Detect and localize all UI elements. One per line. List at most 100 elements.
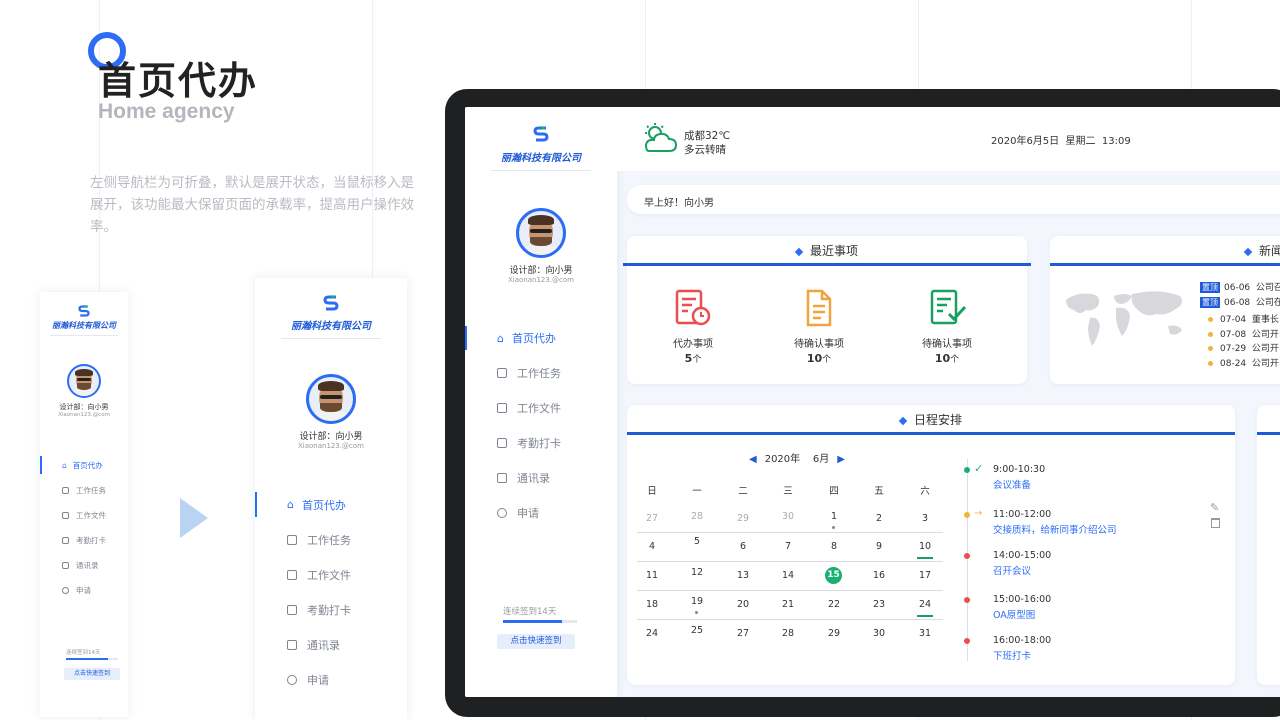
calendar-day[interactable]: 11 <box>637 570 667 581</box>
edit-icon[interactable]: ✎ <box>1210 501 1219 514</box>
calendar-day[interactable]: 16 <box>864 570 894 581</box>
calendar-day[interactable]: 20 <box>728 599 758 610</box>
nav-item-home[interactable]: ⌂ 首页代办 <box>255 492 407 517</box>
event-title[interactable]: 交接质料，给新同事介绍公司 <box>993 522 1117 536</box>
nav-item-files[interactable]: 工作文件 <box>465 396 617 420</box>
calendar-day[interactable]: 30 <box>773 511 803 522</box>
calendar-day[interactable]: 22 <box>819 599 849 610</box>
calendar-day[interactable]: 31 <box>910 628 940 639</box>
event-dot <box>964 597 970 603</box>
nav-item-apply[interactable]: 申请 <box>255 667 407 692</box>
calendar-day[interactable]: 23 <box>864 599 894 610</box>
home-icon: ⌂ <box>497 331 504 345</box>
calendar-day[interactable]: 8 <box>819 541 849 552</box>
todo-to-confirm-2[interactable]: 待确认事项 10个 <box>897 288 997 365</box>
avatar[interactable] <box>516 208 566 258</box>
calendar-day[interactable]: 21 <box>773 599 803 610</box>
diamond-icon <box>898 416 908 425</box>
news-item[interactable]: 置顶 06-06 公司召 <box>1200 280 1280 293</box>
section-subtitle: Home agency <box>98 100 235 123</box>
trash-icon[interactable] <box>1211 518 1220 528</box>
nav-item-apply[interactable]: 申请 <box>465 501 617 525</box>
home-icon: ⌂ <box>287 498 294 511</box>
calendar-day[interactable]: 4 <box>637 541 667 552</box>
nav-item-contacts[interactable]: 通讯录 <box>40 556 128 574</box>
nav-item-attendance[interactable]: 考勤打卡 <box>255 597 407 622</box>
calendar-day[interactable]: 17 <box>910 570 940 581</box>
todo-pending[interactable]: 代办事项 5个 <box>643 288 743 365</box>
news-item[interactable]: 07-29 公司开 <box>1200 341 1279 354</box>
calendar-day[interactable]: 13 <box>728 570 758 581</box>
calendar-day[interactable]: 27 <box>728 628 758 639</box>
calendar-day[interactable]: 9 <box>864 541 894 552</box>
nav-item-files[interactable]: 工作文件 <box>255 562 407 587</box>
section-title: 首页代办 <box>98 59 259 103</box>
nav-item-apply[interactable]: 申请 <box>40 581 128 599</box>
todo-to-confirm[interactable]: 待确认事项 10个 <box>769 288 869 365</box>
calendar-day[interactable]: 2 <box>864 513 894 524</box>
event-title[interactable]: 会议准备 <box>993 477 1031 491</box>
schedule-title: 日程安排 <box>627 405 1235 435</box>
task-icon <box>287 534 297 545</box>
news-item[interactable]: 07-08 公司开 <box>1200 327 1279 340</box>
calendar-day[interactable]: 19 <box>682 596 712 614</box>
checkin-progress <box>503 620 577 623</box>
calendar-day[interactable]: 12 <box>682 567 712 578</box>
calendar-day[interactable]: 1 <box>819 511 849 529</box>
event-title[interactable]: 下班打卡 <box>993 648 1031 662</box>
sidebar-expanded-preview: 丽瀚科技有限公司 设计部：向小男 Xiaonan123.@com ⌂ 首页代办 工… <box>255 278 407 720</box>
nav-item-contacts[interactable]: 通讯录 <box>255 632 407 657</box>
calendar-day[interactable]: 18 <box>637 599 667 610</box>
calendar-day[interactable]: 6 <box>728 541 758 552</box>
recent-items-card: 最近事项 代办事项 5个 待确认事项 10个 待确认事项 10个 <box>623 236 1031 384</box>
prev-month-icon[interactable]: ◀ <box>749 454 757 465</box>
calendar-day[interactable]: 7 <box>773 541 803 552</box>
event-title[interactable]: OA原型图 <box>993 607 1035 621</box>
calendar-day[interactable]: 14 <box>773 570 803 581</box>
avatar[interactable] <box>306 374 356 424</box>
user-email: Xiaonan123.@com <box>58 412 110 418</box>
calendar-day[interactable]: 24 <box>910 599 940 617</box>
event-time: 14:00-15:00 <box>993 550 1052 561</box>
calendar-day[interactable]: 3 <box>910 513 940 524</box>
checkin-button[interactable]: 点击快速签到 <box>497 634 575 649</box>
calendar-day[interactable]: 29 <box>728 513 758 524</box>
nav-item-home[interactable]: ⌂ 首页代办 <box>465 326 617 350</box>
nav-item-tasks[interactable]: 工作任务 <box>255 527 407 552</box>
calendar-day[interactable]: 24 <box>637 628 667 639</box>
calendar-day[interactable]: 30 <box>864 628 894 639</box>
top-bar: 成都32℃ 多云转晴 2020年6月5日 星期二 13:09 <box>617 107 1280 171</box>
apply-icon <box>497 508 507 518</box>
event-dot <box>964 512 970 518</box>
nav-item-attendance[interactable]: 考勤打卡 <box>465 431 617 455</box>
calendar-day[interactable]: 5 <box>682 536 712 547</box>
nav-item-attendance[interactable]: 考勤打卡 <box>40 531 128 549</box>
calendar-check-icon <box>287 604 297 615</box>
company-name: 丽瀚科技有限公司 <box>501 153 581 164</box>
avatar[interactable] <box>67 364 101 398</box>
calendar-day[interactable]: 28 <box>682 511 712 522</box>
timeline-line <box>967 459 968 661</box>
app-screen: 丽瀚科技有限公司 设计部：向小男 Xiaonan123.@com ⌂ 首页代办 工… <box>465 107 1280 697</box>
nav-item-tasks[interactable]: 工作任务 <box>465 361 617 385</box>
calendar-week: 4 5 6 7 8 9 10 <box>637 533 943 561</box>
news-item[interactable]: 08-24 公司开 <box>1200 356 1279 369</box>
calendar-week: 24 25 27 28 29 30 31 <box>637 620 943 648</box>
news-item[interactable]: 置顶 06-08 公司在 <box>1200 295 1280 308</box>
nav-item-home[interactable]: ⌂ 首页代办 <box>40 456 128 474</box>
checkin-button[interactable]: 点击快速签到 <box>64 668 120 680</box>
news-item[interactable]: 07-04 董事长 <box>1200 312 1279 325</box>
event-title[interactable]: 召开会议 <box>993 563 1031 577</box>
next-month-icon[interactable]: ▶ <box>837 454 845 465</box>
nav-item-contacts[interactable]: 通讯录 <box>465 466 617 490</box>
nav-item-files[interactable]: 工作文件 <box>40 506 128 524</box>
calendar-day[interactable]: 25 <box>682 625 712 636</box>
nav-item-tasks[interactable]: 工作任务 <box>40 481 128 499</box>
calendar-day[interactable]: 29 <box>819 628 849 639</box>
calendar-day[interactable]: 28 <box>773 628 803 639</box>
home-icon: ⌂ <box>62 460 67 470</box>
calendar-day[interactable]: 10 <box>910 541 940 559</box>
calendar-day[interactable]: 27 <box>637 513 667 524</box>
file-icon <box>287 569 297 580</box>
side-card-partial <box>1257 405 1280 685</box>
